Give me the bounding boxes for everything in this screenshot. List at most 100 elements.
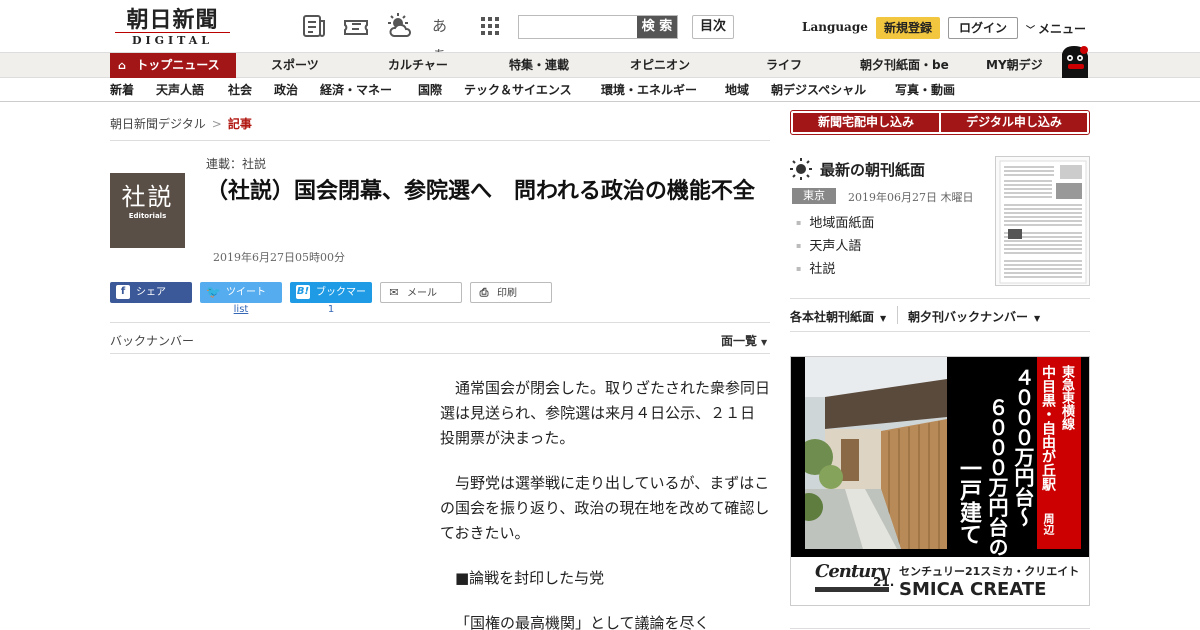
facebook-share-label: シェア [136, 287, 166, 298]
sub-nav-item-latest[interactable]: 新着 [110, 79, 134, 101]
series-label[interactable]: 連載：社説 [206, 155, 266, 172]
apps-grid-icon[interactable] [476, 12, 504, 40]
divider [110, 322, 770, 323]
edition-links: 地域面紙面 天声人語 社説 [796, 212, 874, 281]
divider [110, 140, 770, 141]
newspaper-thumbnail[interactable] [995, 156, 1090, 286]
login-button[interactable]: ログイン [948, 17, 1018, 39]
sub-nav-item-economy[interactable]: 経済・マネー [320, 79, 392, 101]
ad-company-en: SMICA CREATE [899, 579, 1047, 600]
subscribe-paper-button[interactable]: 新聞宅配申し込み [793, 113, 939, 132]
newspaper-icon[interactable] [300, 12, 328, 40]
sub-nav-item-tech-science[interactable]: テック＆サイエンス [464, 79, 572, 101]
page-list-dropdown[interactable]: 面一覧 ▼ [721, 332, 767, 349]
site-logo[interactable]: 朝日新聞 DIGITAL [115, 8, 230, 48]
print-label: 印刷 [497, 288, 517, 299]
breadcrumb: 朝日新聞デジタル > 記事 [110, 115, 252, 132]
article-title: （社説）国会閉幕、参院選へ 問われる政治の機能不全 [206, 179, 755, 204]
sub-nav-item-special[interactable]: 朝デジスペシャル [771, 79, 866, 101]
series-thumbnail[interactable]: 社説 Editorials [110, 173, 185, 248]
menu-button[interactable]: ﹀ メニュー [1026, 20, 1086, 37]
mail-share-button[interactable]: ✉ メール [380, 282, 462, 303]
facebook-share-button[interactable]: f シェア [110, 282, 192, 303]
nav-item-my-asadigi[interactable]: MY朝デジ [986, 53, 1043, 78]
logo-en: DIGITAL [115, 32, 230, 47]
sub-nav-item-tensei-jingo[interactable]: 天声人語 [156, 79, 204, 101]
twitter-share-button[interactable]: 🐦 ツイート [200, 282, 282, 303]
mail-icon: ✉ [389, 286, 399, 299]
nav-item-top-news[interactable]: ⌂ トップニュース [110, 53, 236, 78]
breadcrumb-home[interactable]: 朝日新聞デジタル [110, 117, 206, 131]
breadcrumb-current[interactable]: 記事 [228, 117, 252, 131]
divider [110, 353, 770, 354]
backnumber-dropdown[interactable]: 朝夕刊バックナンバー ▼ [908, 308, 1040, 325]
menu-label: メニュー [1038, 22, 1087, 36]
ad-station: 中目黒・自由が丘駅 [1040, 365, 1056, 491]
thumbnail-subtitle: Editorials [128, 212, 167, 220]
search-button[interactable]: 検 索 [637, 16, 677, 38]
nav-item-culture[interactable]: カルチャー [388, 53, 448, 78]
nav-item-print-edition[interactable]: 朝夕刊紙面・be [860, 53, 949, 78]
home-icon: ⌂ [118, 59, 126, 72]
twitter-count-link[interactable]: list [200, 304, 282, 315]
sun-icon [790, 158, 812, 180]
edition-link-local[interactable]: 地域面紙面 [796, 212, 874, 235]
font-size-icon[interactable]: あぁ [432, 12, 460, 63]
article-subheading: ■論戦を封印した与党 [455, 569, 605, 587]
edition-link-tensei-jingo[interactable]: 天声人語 [796, 235, 874, 258]
main-nav: ⌂ トップニュース スポーツ カルチャー 特集・連載 オピニオン ライフ 朝夕刊… [0, 52, 1200, 78]
nav-item-life[interactable]: ライフ [766, 53, 802, 78]
subscribe-digital-button[interactable]: デジタル申し込み [941, 113, 1087, 132]
sub-nav-item-region[interactable]: 地域 [725, 79, 749, 101]
divider [790, 298, 1090, 299]
mascot-icon [1062, 46, 1088, 78]
sub-nav-item-environment[interactable]: 環境・エネルギー [601, 79, 697, 101]
table-of-contents-button[interactable]: 目次 [692, 15, 734, 39]
regional-edition-label: 各本社朝刊紙面 [790, 310, 875, 324]
coupon-icon[interactable] [342, 12, 370, 40]
site-header: 朝日新聞 DIGITAL あぁ 検 索 目次 Language 新規登録 ログイ… [0, 0, 1200, 63]
advertisement-banner[interactable]: ４０００万円台～ ６０００万円台の 一戸建て 東急東横線 中目黒・自由が丘駅 周… [790, 356, 1090, 606]
article-body: 通常国会が閉会した。取りざたされた衆参同日選は見送られ、参院選は来月４日公示、２… [440, 376, 770, 630]
nav-item-label: トップニュース [136, 58, 220, 72]
article-paragraph: 与野党は選挙戦に走り出しているが、まずはこの国会を振り返り、政治の現在地を改めて… [440, 474, 770, 542]
divider [790, 331, 1090, 332]
article-paragraph: 通常国会が閉会した。取りざたされた衆参同日選は見送られ、参院選は来月４日公示、２… [440, 379, 771, 447]
edition-link-editorial[interactable]: 社説 [796, 258, 874, 281]
latest-edition-title[interactable]: 最新の朝刊紙面 [820, 159, 925, 180]
sub-nav-item-politics[interactable]: 政治 [274, 79, 298, 101]
page-list-label: 面一覧 [721, 334, 758, 348]
nav-item-opinion[interactable]: オピニオン [630, 53, 690, 78]
twitter-bird-icon: 🐦 [206, 285, 221, 299]
edition-date: 2019年06月27日 木曜日 [848, 191, 974, 204]
caret-down-icon: ▼ [761, 338, 768, 347]
hatena-icon: B! [296, 285, 310, 299]
breadcrumb-separator: > [211, 117, 222, 131]
regional-edition-dropdown[interactable]: 各本社朝刊紙面 ▼ [790, 308, 886, 325]
nav-item-features[interactable]: 特集・連載 [509, 53, 569, 78]
backnumber-link[interactable]: バックナンバー [110, 332, 194, 349]
hatena-count[interactable]: 1 [290, 304, 372, 315]
logo-jp: 朝日新聞 [126, 7, 219, 33]
article-paragraph: 「国権の最高機関」として議論を尽く [455, 614, 710, 630]
search-input[interactable] [519, 16, 637, 38]
chevron-down-icon: ﹀ [1026, 26, 1036, 36]
caret-down-icon: ▼ [880, 314, 887, 323]
register-button[interactable]: 新規登録 [876, 17, 940, 39]
facebook-icon: f [116, 285, 130, 299]
print-button[interactable]: ⎙ 印刷 [470, 282, 552, 303]
hatena-bookmark-button[interactable]: B! ブックマーク [290, 282, 372, 319]
backnumber-dropdown-label: 朝夕刊バックナンバー [908, 310, 1029, 324]
sub-nav-item-international[interactable]: 国際 [418, 79, 442, 101]
weather-icon[interactable] [386, 12, 414, 40]
nav-item-sports[interactable]: スポーツ [271, 53, 319, 78]
article-date: 2019年6月27日05時00分 [213, 251, 345, 264]
ad-train-line: 東急東横線 [1059, 365, 1074, 430]
subscription-box: 新聞宅配申し込み デジタル申し込み [790, 110, 1090, 135]
language-link[interactable]: Language [802, 20, 868, 34]
divider [790, 628, 1090, 629]
sub-nav-item-society[interactable]: 社会 [228, 79, 252, 101]
divider [897, 306, 898, 324]
sub-nav-item-photo-video[interactable]: 写真・動画 [895, 79, 955, 101]
search-box: 検 索 [518, 15, 678, 39]
